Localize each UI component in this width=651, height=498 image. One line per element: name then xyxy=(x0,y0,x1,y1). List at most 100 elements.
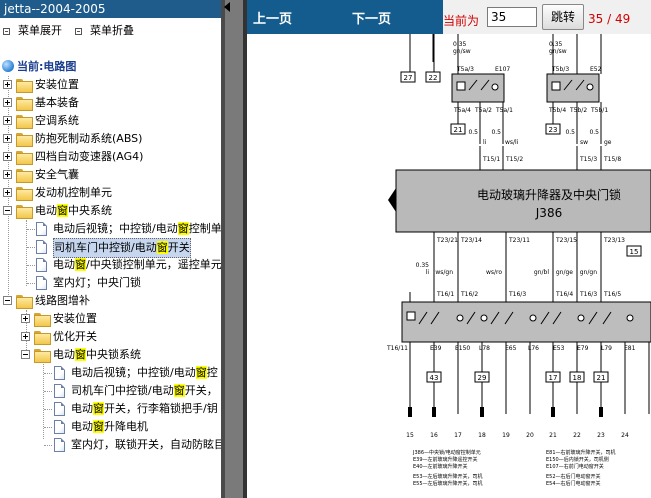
svg-text:T23/21: T23/21 xyxy=(436,237,458,244)
svg-text:23: 23 xyxy=(549,126,558,134)
svg-text:23: 23 xyxy=(597,432,605,439)
collapse-toggle-icon[interactable] xyxy=(3,296,12,305)
tree-item-ag4[interactable]: 四档自动变速器(AG4) xyxy=(0,148,221,166)
tree-doc-sub-window-switch[interactable]: 电动窗开关，行李箱锁把手/钥 xyxy=(0,400,221,418)
go-to-page-button[interactable]: 跳转 xyxy=(542,4,584,30)
svg-text:T5b/2: T5b/2 xyxy=(569,107,587,114)
svg-text:E54—右后门电动窗开关: E54—右后门电动窗开关 xyxy=(546,480,601,487)
expand-toggle-icon[interactable] xyxy=(3,134,12,143)
tree-item-engine-control[interactable]: 发动机控制单元 xyxy=(0,184,221,202)
tree-item-basic-equipment[interactable]: 基本装备 xyxy=(0,94,221,112)
svg-text:E150—后内锁开关，司机侧: E150—后内锁开关，司机侧 xyxy=(546,456,609,463)
expand-toggle-icon[interactable] xyxy=(21,332,30,341)
tree-item-window-lock-system[interactable]: 电动窗中央锁系统 xyxy=(0,346,221,364)
folder-icon xyxy=(34,331,51,345)
collapse-panel-arrow-icon[interactable] xyxy=(224,2,230,12)
next-page-button[interactable]: 下一页 xyxy=(352,8,391,27)
svg-text:0.5: 0.5 xyxy=(491,129,501,136)
panel-splitter[interactable] xyxy=(221,0,247,498)
folder-icon xyxy=(34,313,51,327)
tree-item-window-central-system[interactable]: 电动窗中央系统 xyxy=(0,202,221,220)
tree-item-install-location[interactable]: 安装位置 xyxy=(0,76,221,94)
expand-toggle-icon[interactable] xyxy=(3,98,12,107)
expand-toggle-icon[interactable] xyxy=(3,152,12,161)
svg-text:22: 22 xyxy=(573,432,581,439)
svg-text:27: 27 xyxy=(404,74,413,82)
svg-text:0.35: 0.35 xyxy=(453,41,467,48)
folder-icon xyxy=(16,97,33,111)
expand-toggle-icon[interactable] xyxy=(21,314,30,323)
window-title: jetta--2004-2005 xyxy=(0,0,221,18)
collapse-icon xyxy=(75,28,82,35)
svg-text:T5a/3: T5a/3 xyxy=(456,66,474,73)
document-icon xyxy=(54,402,65,416)
page-number-input[interactable] xyxy=(487,7,537,27)
svg-text:T16/11: T16/11 xyxy=(386,345,408,352)
folder-open-icon xyxy=(34,349,51,363)
folder-icon xyxy=(16,79,33,93)
tree-doc-sub-interior-light[interactable]: 室内灯，联锁开关，自动防眩目 xyxy=(0,436,221,454)
document-icon xyxy=(36,276,47,290)
svg-text:E81: E81 xyxy=(624,345,636,352)
collapse-toggle-icon[interactable] xyxy=(3,206,12,215)
document-icon xyxy=(54,420,65,434)
wiring-diagram: 27 22 T5a/3 E107 T5b/3 E52 T5a/4 T5a/2 T… xyxy=(386,34,651,487)
svg-text:E107: E107 xyxy=(495,66,510,73)
svg-text:19: 19 xyxy=(502,432,510,439)
globe-icon xyxy=(2,60,14,72)
svg-text:E40—左前玻璃升降开关: E40—左前玻璃升降开关 xyxy=(413,463,468,470)
tree-doc-driver-door-switch[interactable]: 司机车门中控锁/电动窗开关 xyxy=(0,238,221,258)
svg-text:gn/sw: gn/sw xyxy=(549,48,567,55)
expand-toggle-icon[interactable] xyxy=(3,188,12,197)
folder-icon xyxy=(16,133,33,147)
svg-text:T16/5: T16/5 xyxy=(603,291,621,298)
svg-text:T23/13: T23/13 xyxy=(603,237,625,244)
tree-doc-mirror-control-unit[interactable]: 电动后视镜；中控锁/电动窗控制单元 xyxy=(0,220,221,238)
svg-text:E107—右前门电动窗开关: E107—右前门电动窗开关 xyxy=(546,463,604,470)
svg-text:T23/11: T23/11 xyxy=(508,237,530,244)
folder-icon xyxy=(16,115,33,129)
svg-text:18: 18 xyxy=(478,432,486,439)
expand-toggle-icon[interactable] xyxy=(3,170,12,179)
tree-doc-sub-driver-door[interactable]: 司机车门中控锁/电动窗开关， xyxy=(0,382,221,400)
collapse-toggle-icon[interactable] xyxy=(21,350,30,359)
current-page-label: 当前为 xyxy=(443,14,480,28)
svg-text:E79: E79 xyxy=(577,345,589,352)
tree-doc-interior-light[interactable]: 室内灯；中央门锁 xyxy=(0,274,221,292)
svg-text:T15/2: T15/2 xyxy=(505,156,523,163)
document-icon xyxy=(36,240,47,254)
diagram-viewer: 上一页 下一页 当前为 跳转 35 / 49 xyxy=(247,0,651,498)
page-count: 35 / 49 xyxy=(588,12,631,26)
tree-item-optimized-switch[interactable]: 优化开关 xyxy=(0,328,221,346)
expand-toggle-icon[interactable] xyxy=(3,80,12,89)
tree-item-wiring-supplement[interactable]: 线路图增补 xyxy=(0,292,221,310)
tree-item-supplement-install[interactable]: 安装位置 xyxy=(0,310,221,328)
tree-item-air-conditioning[interactable]: 空调系统 xyxy=(0,112,221,130)
svg-text:E65: E65 xyxy=(505,345,517,352)
svg-text:J386—中央锁/电动窗控制单元: J386—中央锁/电动窗控制单元 xyxy=(412,449,481,456)
svg-text:18: 18 xyxy=(573,374,582,382)
module-j386: 电动玻璃升降器及中央门锁 J386 xyxy=(388,169,651,233)
svg-text:T23/15: T23/15 xyxy=(555,237,577,244)
document-icon xyxy=(36,258,47,272)
svg-text:0.5: 0.5 xyxy=(589,129,599,136)
svg-text:E52: E52 xyxy=(590,66,602,73)
tree-item-abs[interactable]: 防抱死制动系统(ABS) xyxy=(0,130,221,148)
svg-text:L78: L78 xyxy=(479,345,490,352)
tree-doc-sub-window-motor[interactable]: 电动窗升降电机 xyxy=(0,418,221,436)
svg-text:ge: ge xyxy=(604,139,612,146)
expand-toggle-icon[interactable] xyxy=(3,116,12,125)
tree-current-node[interactable]: 当前:电路图 xyxy=(0,58,221,76)
folder-open-icon xyxy=(16,205,33,219)
tree-doc-central-lock-remote[interactable]: 电动窗/中央锁控制单元，遥控单元 xyxy=(0,256,221,274)
terminal-box-22: 22 xyxy=(425,71,441,83)
svg-text:T15/8: T15/8 xyxy=(603,156,621,163)
switch-e52: T5b/3 E52 xyxy=(546,66,602,103)
tree-item-airbag[interactable]: 安全气囊 xyxy=(0,166,221,184)
svg-text:E150: E150 xyxy=(455,345,470,352)
svg-text:ws/ro: ws/ro xyxy=(486,269,502,276)
prev-page-button[interactable]: 上一页 xyxy=(253,8,292,27)
tree-doc-sub-mirror[interactable]: 电动后视镜；中控锁/电动窗控 xyxy=(0,364,221,382)
svg-text:T15/3: T15/3 xyxy=(579,156,597,163)
svg-text:15: 15 xyxy=(406,432,414,439)
